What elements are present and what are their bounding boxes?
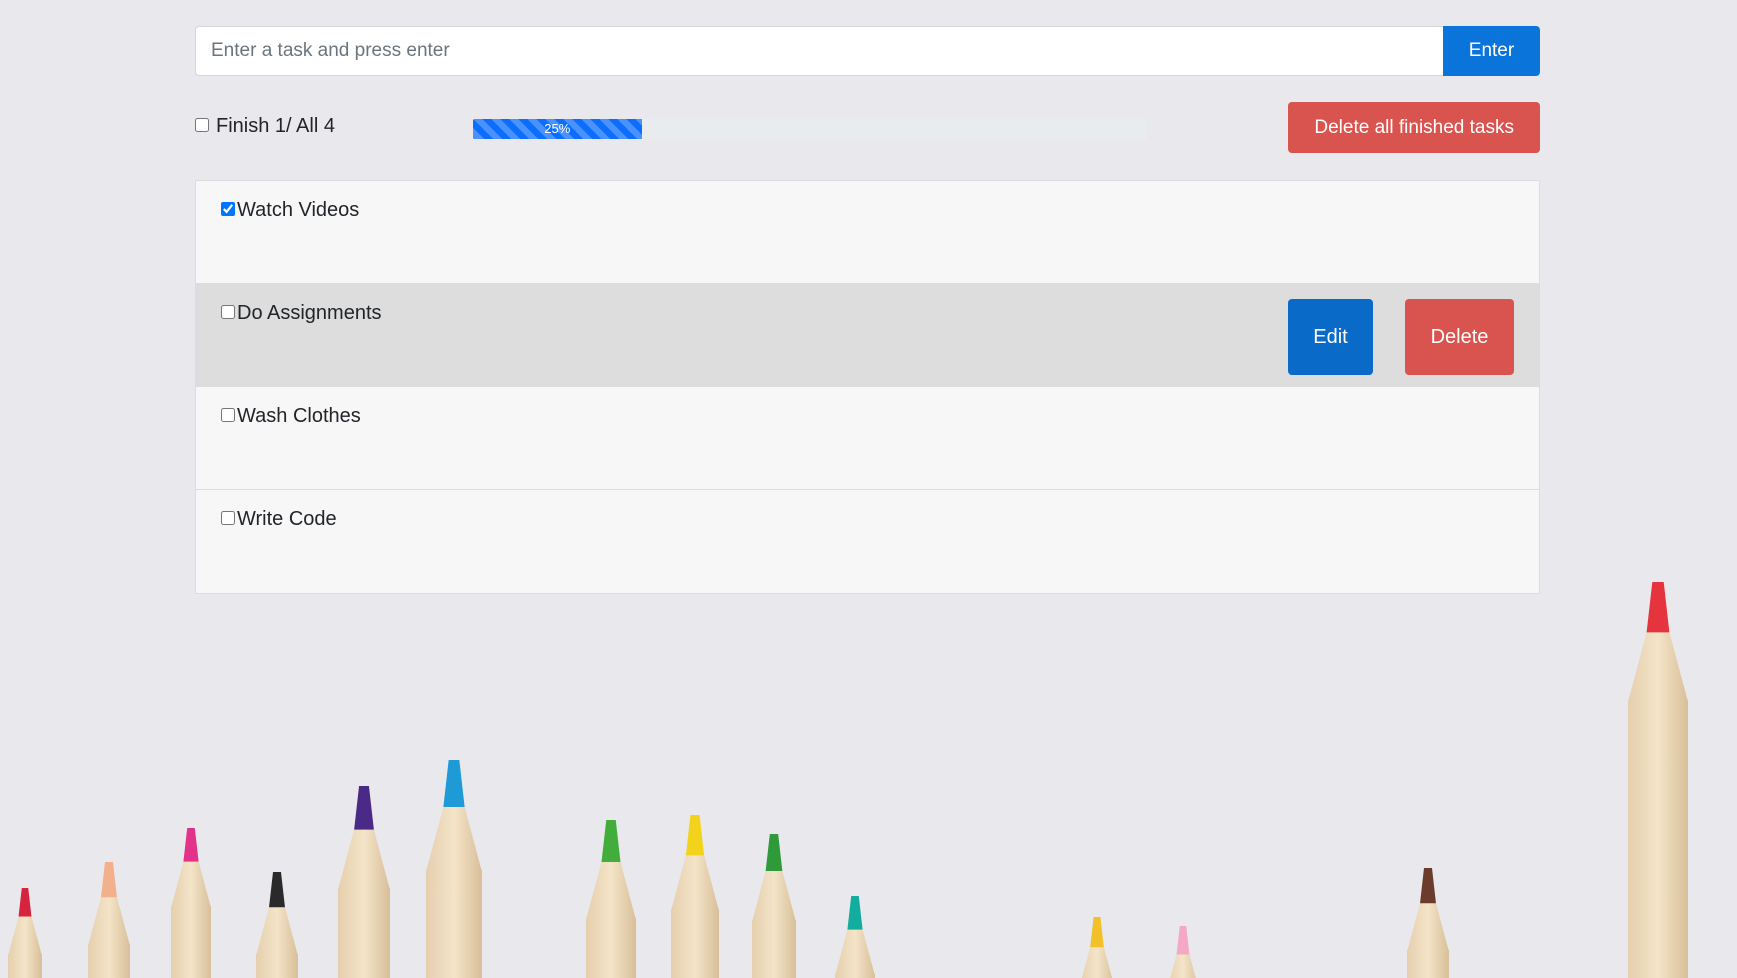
pencil-illustration	[1081, 917, 1113, 978]
pencil-illustration	[171, 828, 211, 978]
pencil-illustration	[426, 760, 482, 978]
pencil-illustration	[8, 888, 42, 978]
enter-button[interactable]: Enter	[1443, 26, 1540, 76]
task-label[interactable]: Watch Videos	[221, 199, 359, 222]
delete-task-button[interactable]: Delete	[1405, 299, 1514, 375]
task-input-row: Enter	[195, 26, 1540, 76]
task-input[interactable]	[195, 26, 1443, 76]
task-item[interactable]: Wash Clothes	[196, 387, 1539, 490]
task-item[interactable]: Write Code	[196, 490, 1539, 593]
delete-finished-button[interactable]: Delete all finished tasks	[1288, 102, 1540, 153]
progress-fill: 25%	[473, 119, 642, 139]
task-item[interactable]: Do Assignments Edit Delete	[196, 284, 1539, 387]
task-text: Write Code	[237, 508, 337, 530]
todo-app: Enter Finish 1/ All 4 25% Delete all fin…	[195, 26, 1540, 594]
pencil-illustration	[671, 815, 719, 978]
pencil-illustration	[586, 820, 636, 978]
finish-all-checkbox[interactable]	[195, 117, 209, 132]
finish-count-label: Finish 1/ All 4	[216, 115, 335, 137]
pencil-illustration	[1628, 582, 1688, 978]
pencil-illustration	[1407, 868, 1449, 978]
task-checkbox[interactable]	[221, 407, 235, 422]
task-label[interactable]: Write Code	[221, 508, 337, 531]
progress-bar: 25%	[473, 119, 1147, 139]
pencil-illustration	[88, 862, 130, 978]
task-label[interactable]: Wash Clothes	[221, 405, 361, 428]
pencil-illustration	[1170, 926, 1196, 978]
pencil-illustration	[752, 834, 796, 978]
pencil-illustration	[835, 896, 875, 978]
task-checkbox[interactable]	[221, 201, 235, 216]
task-item[interactable]: Watch Videos	[196, 181, 1539, 284]
task-text: Watch Videos	[237, 199, 360, 221]
task-list: Watch Videos Do Assignments Edit Delete …	[195, 180, 1540, 594]
task-checkbox[interactable]	[221, 304, 235, 319]
task-checkbox[interactable]	[221, 510, 235, 525]
task-text: Do Assignments	[237, 302, 382, 324]
task-text: Wash Clothes	[237, 405, 361, 427]
edit-task-button[interactable]: Edit	[1288, 299, 1373, 375]
status-row: Finish 1/ All 4 25% Delete all finished …	[195, 102, 1540, 154]
task-label[interactable]: Do Assignments	[221, 302, 382, 325]
finish-all-toggle[interactable]: Finish 1/ All 4	[195, 115, 335, 138]
pencil-illustration	[338, 786, 390, 978]
pencil-illustration	[256, 872, 298, 978]
